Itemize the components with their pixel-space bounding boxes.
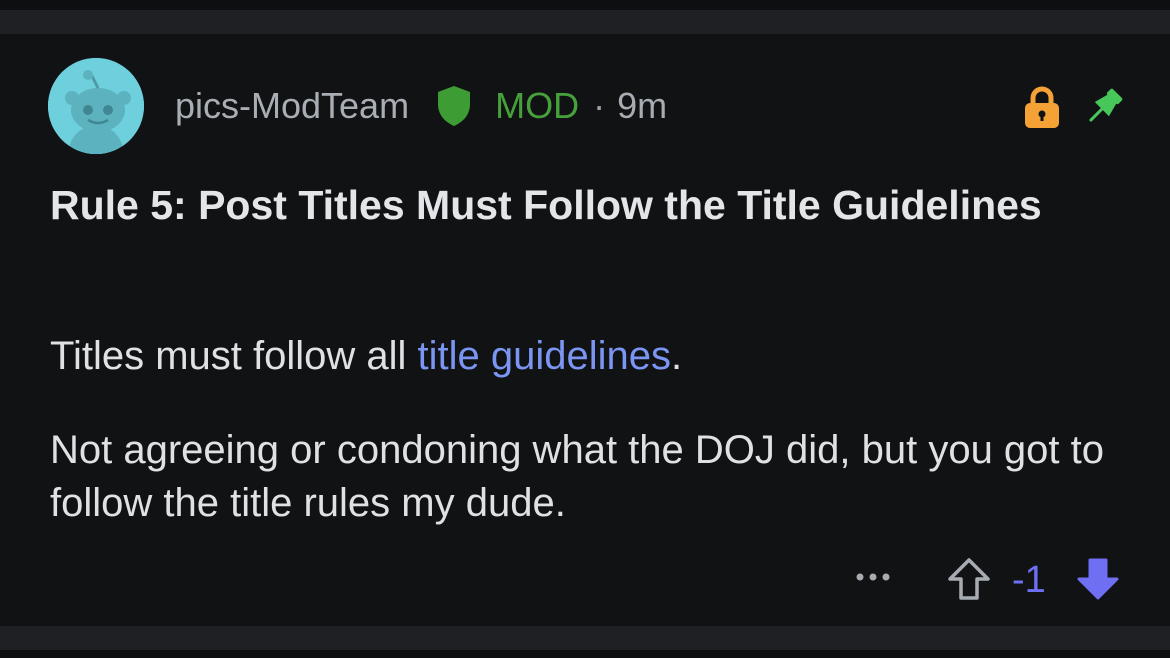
para1-suffix: .	[671, 334, 683, 378]
more-options-icon[interactable]	[853, 565, 893, 589]
lock-icon	[1019, 84, 1065, 130]
mod-label: MOD	[495, 85, 580, 126]
bottom-divider	[0, 626, 1170, 650]
post-time: 9m	[617, 85, 668, 126]
shield-icon	[435, 84, 473, 128]
upvote-arrow-icon[interactable]	[946, 556, 992, 602]
downvote-arrow-icon[interactable]	[1075, 556, 1121, 602]
para1-prefix: Titles must follow all	[50, 334, 418, 378]
username-link[interactable]: pics-ModTeam	[175, 85, 409, 127]
post-title: Rule 5: Post Titles Must Follow the Titl…	[50, 182, 1042, 228]
meta-separator: ·	[593, 85, 606, 126]
post-meta: pics-ModTeam MOD · 9m	[175, 84, 667, 128]
vote-score: -1	[1012, 559, 1046, 601]
body-paragraph-1: Titles must follow all title guidelines.	[50, 330, 1110, 382]
bottom-background	[0, 650, 1170, 658]
top-background	[0, 0, 1170, 10]
snoo-avatar-icon	[48, 58, 144, 154]
title-guidelines-link[interactable]: title guidelines	[418, 334, 672, 378]
user-avatar[interactable]	[48, 58, 144, 154]
pin-icon	[1081, 84, 1127, 130]
top-divider	[0, 10, 1170, 34]
body-paragraph-2: Not agreeing or condoning what the DOJ d…	[50, 428, 1105, 525]
